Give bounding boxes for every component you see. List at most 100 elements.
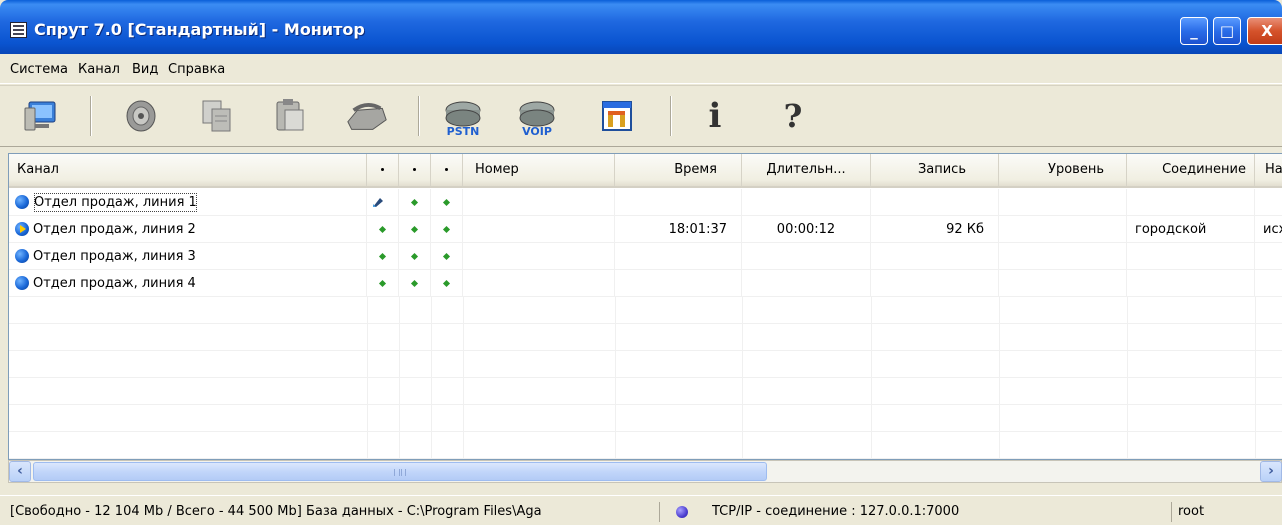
direction-cell: [1255, 270, 1282, 297]
col-duration[interactable]: Длительн...: [742, 154, 871, 186]
scroll-left-button[interactable]: ‹: [9, 461, 31, 482]
menu-bar: Система Канал Вид Справка: [0, 54, 1282, 84]
line-indicator: [399, 189, 431, 216]
col-record[interactable]: Запись: [871, 154, 999, 186]
channels-table: Канал Номер Время Длительн... Запись Уро…: [8, 153, 1282, 460]
direction-cell: [1255, 189, 1282, 216]
recording-indicator: [367, 189, 399, 216]
channel-active-icon: [15, 222, 29, 236]
minimize-button[interactable]: _: [1180, 17, 1208, 45]
help-icon[interactable]: ?: [770, 93, 816, 139]
line-indicator: [431, 189, 463, 216]
record-cell: [871, 243, 999, 270]
record-cell: 92 Кб: [871, 216, 999, 243]
line-indicator: [399, 270, 431, 297]
time-cell: [615, 189, 742, 216]
col-time[interactable]: Время: [615, 154, 742, 186]
table-header: Канал Номер Время Длительн... Запись Уро…: [9, 154, 1282, 188]
channel-name: Отдел продаж, линия 3: [33, 249, 196, 264]
menu-system[interactable]: Система: [10, 62, 68, 77]
pstn-router-icon[interactable]: PSTN: [440, 93, 486, 139]
connection-status: TCP/IP - соединение : 127.0.0.1:7000: [712, 502, 1172, 522]
duration-cell: [742, 270, 871, 297]
table-row[interactable]: Отдел продаж, линия 2 18:01:37 00:00:12 …: [9, 216, 1282, 243]
channel-status-icon: [15, 249, 29, 263]
level-cell: [999, 189, 1127, 216]
col-indicator-3[interactable]: [431, 154, 463, 186]
computer-network-icon[interactable]: [18, 93, 64, 139]
channel-name: Отдел продаж, линия 4: [33, 276, 196, 291]
scroll-thumb[interactable]: [33, 462, 767, 481]
line-indicator: [367, 243, 399, 270]
toolbar: PSTN VOIP i ?: [0, 85, 1282, 147]
time-cell: [615, 243, 742, 270]
settings-window-icon[interactable]: [594, 93, 640, 139]
direction-cell: исх: [1255, 216, 1282, 243]
col-indicator-2[interactable]: [399, 154, 431, 186]
col-connection[interactable]: Соединение: [1127, 154, 1255, 186]
line-indicator: [399, 243, 431, 270]
channel-name: Отдел продаж, линия 2: [33, 222, 196, 237]
level-cell: [999, 216, 1127, 243]
line-indicator: [431, 243, 463, 270]
empty-row: [9, 324, 1282, 351]
table-row[interactable]: Отдел продаж, линия 4: [9, 270, 1282, 297]
svg-text:PSTN: PSTN: [447, 125, 480, 138]
channel-status-icon: [15, 276, 29, 290]
copy-icon[interactable]: [194, 93, 240, 139]
line-indicator: [399, 216, 431, 243]
line-indicator: [367, 216, 399, 243]
voip-router-icon[interactable]: VOIP: [514, 93, 560, 139]
menu-view[interactable]: Вид: [132, 62, 158, 77]
horizontal-scrollbar[interactable]: ‹ ›: [8, 460, 1282, 483]
direction-cell: [1255, 243, 1282, 270]
connection-cell: [1127, 189, 1255, 216]
info-icon[interactable]: i: [692, 93, 738, 139]
maximize-button[interactable]: □: [1213, 17, 1241, 45]
user-status: root: [1178, 504, 1205, 519]
record-cell: [871, 189, 999, 216]
time-cell: [615, 270, 742, 297]
line-indicator: [431, 216, 463, 243]
record-cell: [871, 270, 999, 297]
level-cell: [999, 243, 1127, 270]
menu-help[interactable]: Справка: [168, 62, 225, 77]
speaker-icon[interactable]: [118, 93, 164, 139]
channel-name: Отдел продаж, линия 1: [33, 192, 198, 213]
app-icon: [10, 22, 27, 38]
duration-cell: [742, 243, 871, 270]
line-indicator: [367, 270, 399, 297]
close-button[interactable]: X: [1247, 17, 1282, 45]
app-window: Спрут 7.0 [Стандартный] - Монитор _ □ X …: [0, 0, 1282, 525]
connection-status-icon: [676, 506, 688, 518]
col-indicator-1[interactable]: [367, 154, 399, 186]
window-title: Спрут 7.0 [Стандартный] - Монитор: [34, 20, 365, 39]
svg-text:VOIP: VOIP: [522, 125, 552, 138]
empty-row: [9, 405, 1282, 432]
empty-row: [9, 297, 1282, 324]
pencil-icon: [373, 198, 383, 207]
col-level[interactable]: Уровень: [999, 154, 1127, 186]
empty-row: [9, 432, 1282, 459]
title-bar[interactable]: Спрут 7.0 [Стандартный] - Монитор _ □ X: [0, 0, 1282, 54]
table-row[interactable]: Отдел продаж, линия 3: [9, 243, 1282, 270]
col-direction[interactable]: На: [1255, 154, 1282, 186]
connection-cell: городской: [1127, 216, 1255, 243]
table-row[interactable]: Отдел продаж, линия 1: [9, 189, 1282, 216]
col-channel[interactable]: Канал: [9, 154, 367, 186]
empty-row: [9, 351, 1282, 378]
col-number[interactable]: Номер: [463, 154, 615, 186]
status-bar: [Свободно - 12 104 Mb / Всего - 44 500 M…: [0, 495, 1282, 525]
duration-cell: 00:00:12: [742, 216, 871, 243]
level-cell: [999, 270, 1127, 297]
connection-cell: [1127, 243, 1255, 270]
connection-cell: [1127, 270, 1255, 297]
empty-row: [9, 378, 1282, 405]
telephone-icon[interactable]: [344, 93, 390, 139]
scroll-right-button[interactable]: ›: [1260, 461, 1282, 482]
paste-icon[interactable]: [266, 93, 312, 139]
line-indicator: [431, 270, 463, 297]
disk-status: [Свободно - 12 104 Mb / Всего - 44 500 M…: [10, 502, 660, 522]
duration-cell: [742, 189, 871, 216]
menu-channel[interactable]: Канал: [78, 62, 120, 77]
